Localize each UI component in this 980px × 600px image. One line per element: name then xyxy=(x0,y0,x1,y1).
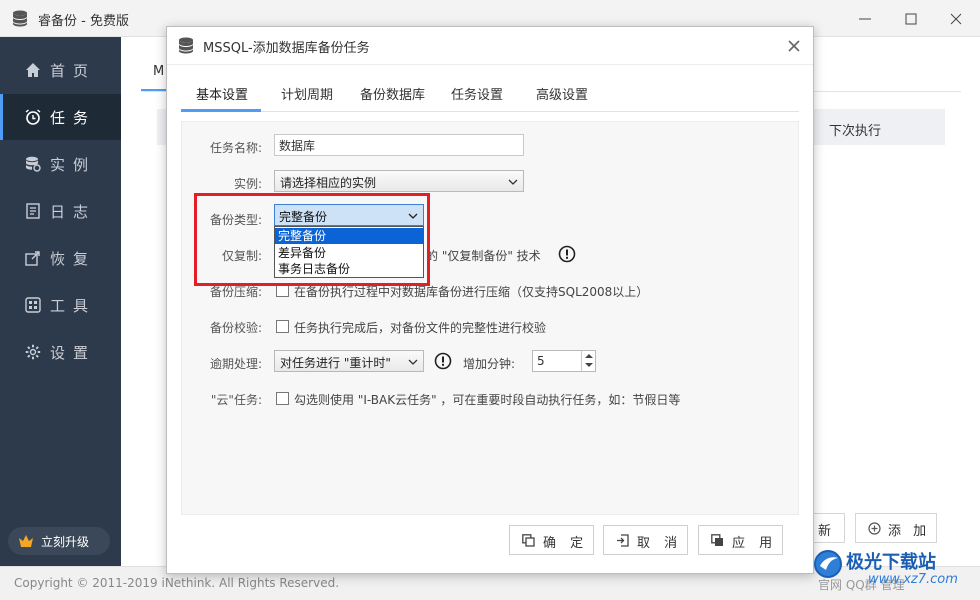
cancel-button[interactable]: 取 消 xyxy=(603,525,688,555)
background-tab[interactable]: M xyxy=(153,64,164,79)
plus-circle-icon xyxy=(868,522,881,535)
sidebar-item-label: 恢复 xyxy=(50,250,97,268)
maximize-button[interactable] xyxy=(900,8,922,30)
exit-icon xyxy=(617,534,629,547)
add-backup-task-dialog: MSSQL-添加数据库备份任务 基本设置 计划周期 备份数据库 任务设置 高级设… xyxy=(166,26,814,574)
info-warning-icon[interactable] xyxy=(434,352,452,370)
app-title: 睿备份 - 免费版 xyxy=(38,14,129,29)
overdue-label: 逾期处理: xyxy=(209,357,262,371)
copy-only-text: 的 "仅复制备份" 技术 xyxy=(426,249,541,263)
tab-advanced-settings[interactable]: 高级设置 xyxy=(536,84,588,103)
sidebar-item-home[interactable]: 首页 xyxy=(0,47,121,93)
spinner-down-icon[interactable] xyxy=(585,363,593,367)
upgrade-label: 立刻升级 xyxy=(41,535,90,549)
gear-icon xyxy=(25,344,41,360)
cloud-task-checkbox[interactable] xyxy=(276,392,289,405)
task-name-input[interactable] xyxy=(274,134,524,156)
spinner-buttons[interactable] xyxy=(581,351,595,371)
add-minutes-label: 增加分钟: xyxy=(463,357,516,371)
tab-backup-database[interactable]: 备份数据库 xyxy=(360,84,425,103)
info-warning-icon[interactable] xyxy=(558,245,576,263)
sidebar-item-tasks[interactable]: 任务 xyxy=(0,94,121,140)
overdue-select[interactable]: 对任务进行 "重计时" xyxy=(274,350,424,372)
database-app-icon xyxy=(13,10,27,27)
tools-icon xyxy=(25,297,41,313)
sidebar-item-settings[interactable]: 设置 xyxy=(0,329,121,375)
instance-select-value: 请选择相应的实例 xyxy=(280,176,377,190)
log-icon xyxy=(26,203,40,219)
minutes-spinner[interactable]: 5 xyxy=(532,350,596,372)
watermark-logo-icon xyxy=(814,550,842,578)
minutes-value: 5 xyxy=(537,354,545,368)
tab-task-settings[interactable]: 任务设置 xyxy=(451,84,503,103)
cancel-label: 取 消 xyxy=(637,536,683,551)
restore-icon xyxy=(25,251,40,266)
alarm-clock-icon xyxy=(25,109,41,125)
sidebar-item-label: 实例 xyxy=(50,156,97,174)
apply-button[interactable]: 应 用 xyxy=(698,525,783,555)
sidebar-item-restore[interactable]: 恢复 xyxy=(0,235,121,281)
watermark-url: www.xz7.com xyxy=(868,572,958,587)
sidebar-item-label: 设置 xyxy=(50,344,97,362)
tab-basic-settings[interactable]: 基本设置 xyxy=(196,84,248,103)
verify-checkbox[interactable] xyxy=(276,320,289,333)
sidebar-item-logs[interactable]: 日志 xyxy=(0,188,121,234)
cloud-task-text: 勾选则使用 "I-BAK云任务" ，可在重要时段自动执行任务，如：节假日等 xyxy=(294,393,681,407)
sidebar-item-label: 任务 xyxy=(50,109,97,127)
tab-schedule[interactable]: 计划周期 xyxy=(281,84,333,103)
home-icon xyxy=(26,63,40,77)
ok-button[interactable]: 确 定 xyxy=(509,525,594,555)
database-instance-icon xyxy=(26,156,41,172)
database-icon xyxy=(179,37,193,54)
copyright-text: Copyright © 2011-2019 iNethink. All Righ… xyxy=(14,576,340,590)
sidebar-item-label: 工具 xyxy=(50,297,97,315)
basic-settings-panel: 任务名称: 实例: 请选择相应的实例 备份类型: 仅复制: 的 "仅复制备份" … xyxy=(181,121,799,515)
upgrade-button[interactable]: 立刻升级 xyxy=(8,527,110,555)
dialog-titlebar: MSSQL-添加数据库备份任务 xyxy=(167,27,813,65)
dialog-title: MSSQL-添加数据库备份任务 xyxy=(203,41,370,56)
instance-select[interactable]: 请选择相应的实例 xyxy=(274,170,524,192)
dialog-close-button[interactable] xyxy=(784,36,804,56)
cloud-task-label: "云"任务: xyxy=(210,393,262,407)
dialog-tabs: 基本设置 计划周期 备份数据库 任务设置 高级设置 xyxy=(181,77,799,112)
copy-check-icon xyxy=(522,534,535,547)
column-next-run: 下次执行 xyxy=(829,124,882,139)
add-button[interactable]: 添 加 xyxy=(855,513,937,543)
watermark: 极光下载站 www.xz7.com xyxy=(808,544,980,600)
instance-label: 实例: xyxy=(233,177,262,191)
spinner-up-icon[interactable] xyxy=(585,354,593,358)
sidebar-item-instances[interactable]: 实例 xyxy=(0,141,121,187)
sidebar: 首页 任务 实例 日志 恢复 工具 设置 立刻升级 xyxy=(0,37,121,566)
chevron-down-icon xyxy=(508,179,518,185)
sidebar-item-tools[interactable]: 工具 xyxy=(0,282,121,328)
crown-icon xyxy=(19,535,33,547)
ok-label: 确 定 xyxy=(543,536,589,551)
verify-label: 备份校验: xyxy=(209,321,262,335)
apply-label: 应 用 xyxy=(732,536,778,551)
task-name-label: 任务名称: xyxy=(209,141,262,155)
highlight-annotation-box xyxy=(194,193,430,286)
sidebar-item-label: 日志 xyxy=(50,203,97,221)
active-tab-indicator xyxy=(181,109,261,112)
apply-icon xyxy=(711,534,723,546)
minimize-button[interactable] xyxy=(854,8,876,30)
chevron-down-icon xyxy=(408,359,418,365)
sidebar-item-label: 首页 xyxy=(50,62,97,80)
watermark-brand: 极光下载站 xyxy=(846,552,936,573)
verify-text: 任务执行完成后，对备份文件的完整性进行校验 xyxy=(294,321,547,335)
window-close-button[interactable] xyxy=(945,8,967,30)
overdue-select-value: 对任务进行 "重计时" xyxy=(280,356,391,370)
